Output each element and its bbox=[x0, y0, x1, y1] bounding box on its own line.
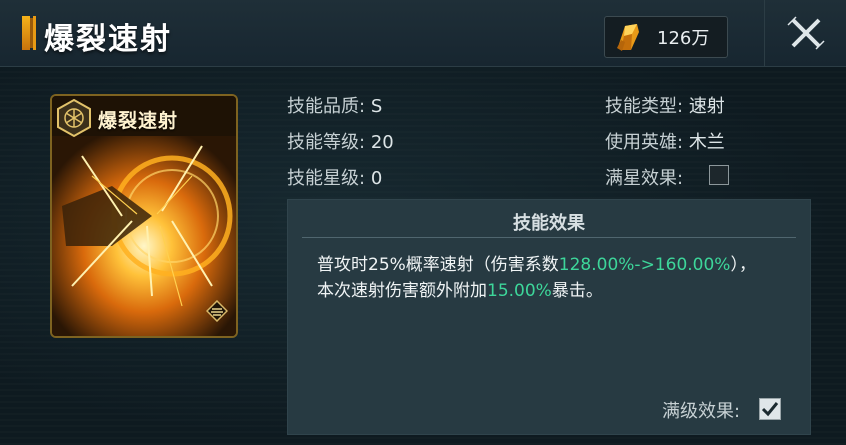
max-level-effect-checkbox[interactable] bbox=[759, 398, 781, 420]
skill-quality-row: 技能品质: S bbox=[287, 92, 382, 118]
effect-line-2-text-a: 本次速射伤害额外附加 bbox=[317, 281, 487, 301]
skill-effect-divider bbox=[302, 237, 796, 238]
skill-hero-value: 木兰 bbox=[688, 132, 725, 153]
effect-line-1-text-b: ）， bbox=[730, 255, 756, 275]
skill-type-row: 技能类型: 速射 bbox=[605, 92, 725, 118]
title-accent-bar bbox=[22, 16, 30, 50]
skill-effect-line-1: 普攻时25%概率速射（伤害系数128.00%->160.00%）， bbox=[317, 250, 756, 275]
skill-star-row: 技能星级: 0 bbox=[287, 164, 382, 190]
stack-level-icon bbox=[206, 300, 228, 322]
skill-effect-panel: 技能效果 普攻时25%概率速射（伤害系数128.00%->160.00%）， 本… bbox=[287, 199, 811, 435]
skill-quality-label: 技能品质: bbox=[287, 96, 366, 117]
skill-hero-label: 使用英雄: bbox=[605, 132, 684, 153]
full-star-effect-label: 满星效果: bbox=[605, 168, 684, 189]
window-title: 爆裂速射 bbox=[44, 22, 172, 57]
skill-effect-line-2: 本次速射伤害额外附加15.00%暴击。 bbox=[317, 276, 603, 301]
checkmark-icon bbox=[761, 402, 779, 417]
skill-card-title: 爆裂速射 bbox=[98, 110, 179, 132]
full-star-effect-row: 满星效果: bbox=[605, 164, 683, 190]
effect-line-2-highlight: 15.00% bbox=[487, 281, 552, 301]
skill-level-value: 20 bbox=[370, 132, 394, 153]
title-bar: 爆裂速射 126万 bbox=[0, 0, 846, 67]
skill-card[interactable]: 爆裂速射 bbox=[50, 94, 238, 338]
skill-effect-title: 技能效果 bbox=[513, 213, 585, 234]
skill-quality-value: S bbox=[370, 96, 383, 117]
title-accent-bar-secondary bbox=[33, 16, 36, 50]
skill-type-value: 速射 bbox=[688, 96, 725, 117]
effect-line-1-text-a: 普攻时25%概率速射（伤害系数 bbox=[317, 255, 559, 275]
skill-hero-row: 使用英雄: 木兰 bbox=[605, 128, 725, 154]
skill-level-label: 技能等级: bbox=[287, 132, 366, 153]
skill-type-label: 技能类型: bbox=[605, 96, 684, 117]
full-star-effect-checkbox[interactable] bbox=[709, 165, 729, 185]
gold-crystal-icon bbox=[617, 24, 639, 51]
close-button[interactable] bbox=[764, 0, 846, 66]
max-level-effect-label: 满级效果: bbox=[662, 401, 741, 422]
currency-display[interactable]: 126万 bbox=[604, 16, 728, 58]
effect-line-2-text-b: 暴击。 bbox=[551, 281, 603, 301]
effect-line-1-highlight: 128.00%->160.00% bbox=[558, 255, 731, 275]
currency-amount: 126万 bbox=[657, 28, 710, 49]
skill-rank-badge-icon bbox=[57, 98, 91, 138]
skill-star-label: 技能星级: bbox=[287, 168, 366, 189]
skill-level-row: 技能等级: 20 bbox=[287, 128, 394, 154]
close-x-icon bbox=[787, 16, 825, 50]
skill-star-value: 0 bbox=[370, 168, 383, 189]
